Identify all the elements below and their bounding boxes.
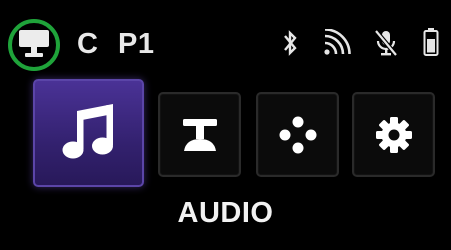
dpad-icon [279, 116, 316, 153]
status-bar: C P1 [0, 0, 451, 80]
wireless-signal-icon [324, 29, 351, 55]
mode-letter: C [77, 28, 99, 60]
mode-label: AUDIO [177, 197, 274, 229]
battery-icon [423, 28, 439, 56]
stand-tile[interactable] [158, 92, 241, 177]
music-note-icon [62, 104, 113, 159]
audio-tile[interactable] [33, 79, 144, 187]
monitor-icon [19, 30, 49, 57]
settings-tile[interactable] [352, 92, 435, 177]
controls-tile[interactable] [256, 92, 339, 177]
microphone-muted-icon [374, 29, 398, 57]
microphone-stand-icon [182, 118, 217, 151]
device-screen: C P1 AUDIO [0, 0, 451, 250]
bluetooth-icon [284, 30, 297, 56]
preset-label: P1 [118, 28, 155, 60]
gear-icon [375, 116, 412, 153]
